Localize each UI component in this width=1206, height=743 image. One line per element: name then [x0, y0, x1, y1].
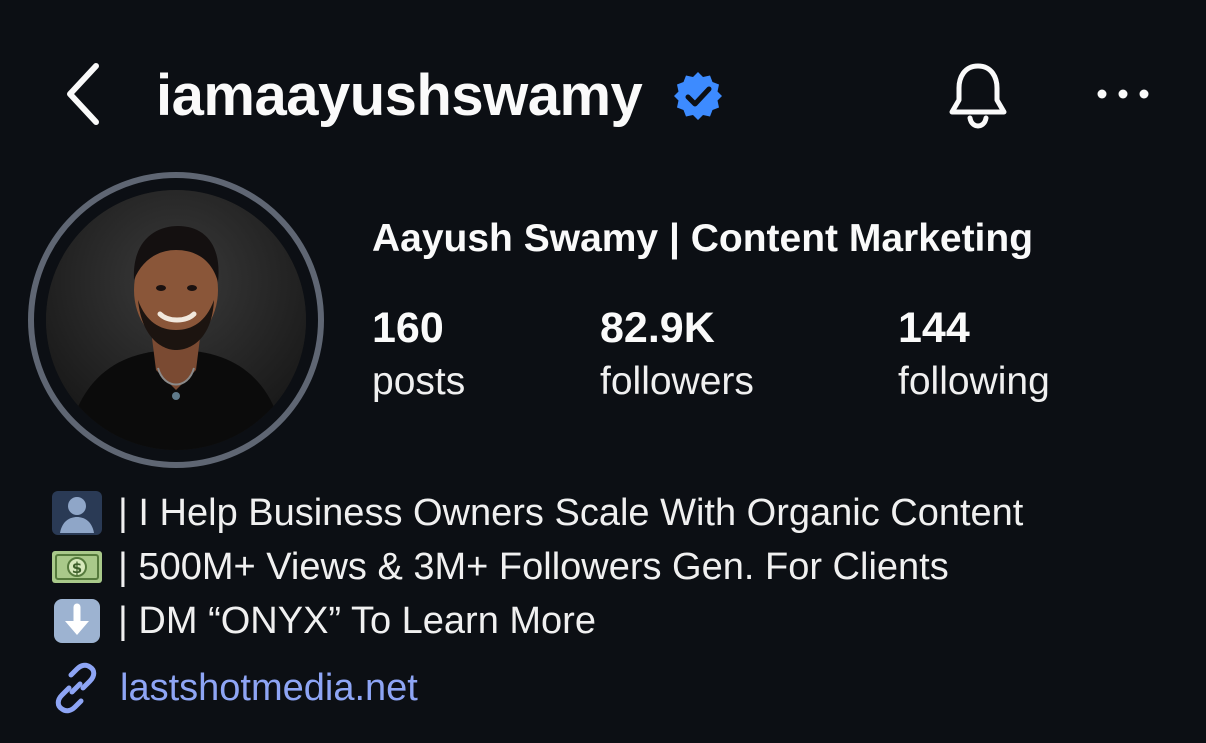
followers-count-value: 82.9K	[600, 304, 715, 352]
followers-count-label: followers	[600, 360, 754, 403]
bio-line-text: | I Help Business Owners Scale With Orga…	[118, 491, 1024, 534]
following-count[interactable]: 144 following	[898, 302, 1050, 410]
link-icon	[55, 662, 97, 714]
bell-icon	[949, 63, 1007, 129]
bio-line-text: | DM “ONYX” To Learn More	[118, 599, 596, 642]
verified-badge-icon	[674, 72, 722, 120]
more-horizontal-icon	[1097, 89, 1149, 99]
notifications-button[interactable]	[940, 58, 1016, 134]
profile-avatar-ring[interactable]	[28, 172, 324, 468]
following-count-label: following	[898, 360, 1050, 403]
svg-text:$: $	[72, 559, 82, 577]
bio-line: $ | 500M+ Views & 3M+ Followers Gen. For…	[50, 540, 1180, 594]
posts-count-value: 160	[372, 304, 444, 352]
bio-link-text[interactable]: lastshotmedia.net	[120, 667, 418, 710]
posts-count[interactable]: 160 posts	[372, 302, 465, 410]
chevron-left-icon	[67, 63, 99, 125]
person-silhouette-icon	[52, 491, 102, 535]
avatar	[46, 190, 306, 450]
back-button[interactable]	[56, 58, 116, 130]
profile-display-name: Aayush Swamy | Content Marketing	[372, 217, 1034, 260]
profile-bio: | I Help Business Owners Scale With Orga…	[50, 486, 1180, 648]
profile-page: iamaayushswamy Aayush Swamy | Content Ma…	[0, 0, 1206, 743]
money-banknote-icon: $	[52, 551, 102, 583]
bio-line-text: | 500M+ Views & 3M+ Followers Gen. For C…	[118, 545, 949, 588]
posts-count-label: posts	[372, 360, 466, 403]
profile-username: iamaayushswamy	[156, 63, 643, 128]
bio-link[interactable]: lastshotmedia.net	[50, 660, 418, 716]
following-count-value: 144	[898, 304, 970, 352]
bio-line: | I Help Business Owners Scale With Orga…	[50, 486, 1180, 540]
bio-line: | DM “ONYX” To Learn More	[50, 594, 1180, 648]
down-arrow-icon	[54, 599, 100, 643]
more-options-button[interactable]	[1090, 72, 1156, 116]
followers-count[interactable]: 82.9K followers	[600, 302, 754, 410]
avatar-photo	[46, 190, 306, 450]
